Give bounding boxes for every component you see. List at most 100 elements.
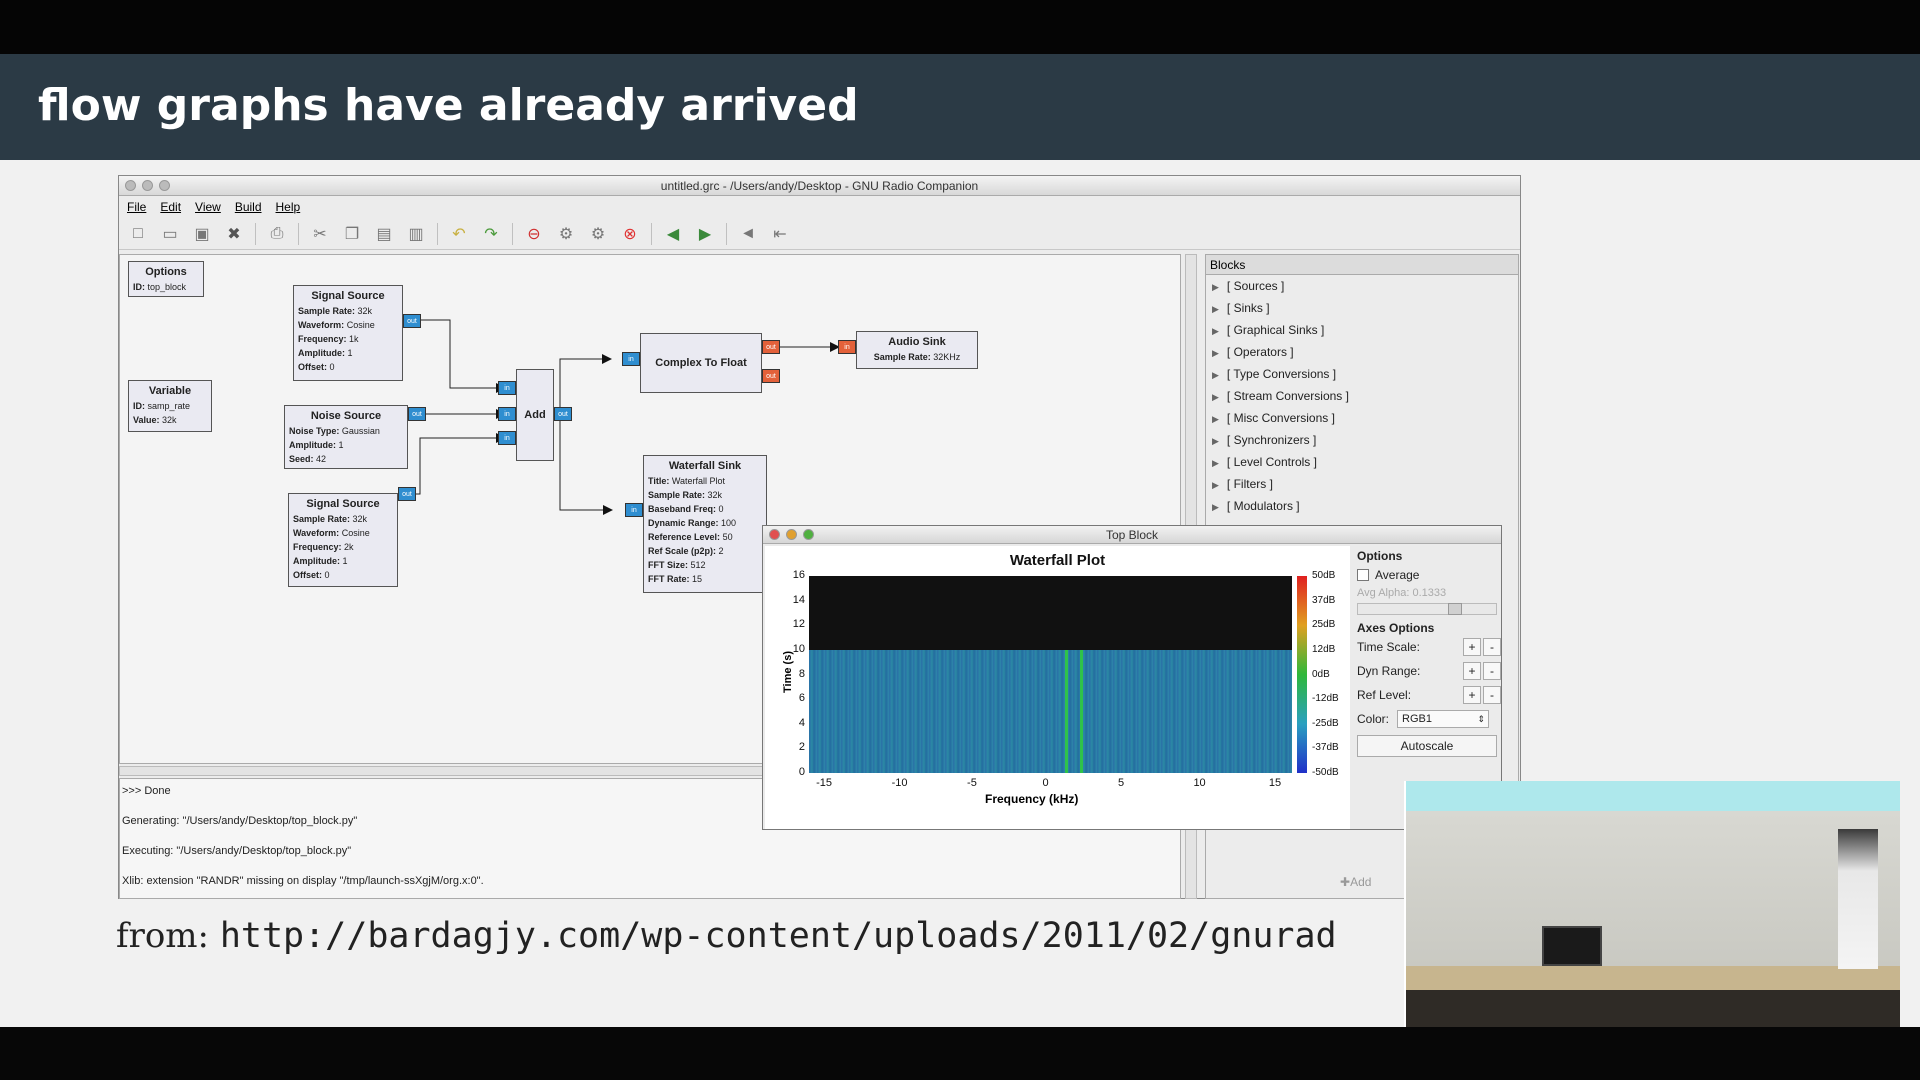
signal-source-block-2k[interactable]: Signal Source Sample Rate: 32k Waveform:… [288,493,398,587]
copy-icon[interactable]: ❐ [341,223,363,245]
expand-triangle-icon: ▶ [1212,392,1219,402]
close-window-button[interactable] [125,180,136,191]
param-value: 32k [707,490,723,500]
audio-sink-block[interactable]: Audio Sink Sample Rate: 32KHz [856,331,978,369]
time-scale-plus-button[interactable]: + [1463,638,1481,656]
expand-triangle-icon: ▶ [1212,458,1219,468]
blocks-category-level-controls[interactable]: ▶ [ Level Controls ] [1206,451,1518,473]
param-value: samp_rate [147,401,191,411]
colorbar-tick-label: 50dB [1312,570,1336,581]
y-tick-label: 12 [792,618,805,631]
blocks-category-sinks[interactable]: ▶ [ Sinks ] [1206,297,1518,319]
slide-title-band: flow graphs have already arrived [0,54,1920,160]
rotate-left-icon[interactable]: ◀ [662,223,684,245]
menu-edit[interactable]: Edit [160,197,181,217]
color-row: Color: RGB1 ⇕ [1353,707,1501,731]
block-title: Signal Source [311,290,385,302]
noise-source-block[interactable]: Noise Source Noise Type: Gaussian Amplit… [284,405,408,469]
output-port[interactable]: out [398,487,416,501]
avg-alpha-slider[interactable] [1357,603,1497,615]
average-checkbox[interactable] [1357,569,1369,581]
minimize-window-button[interactable] [142,180,153,191]
kill-icon[interactable]: ⊗ [619,223,641,245]
ref-level-label: Ref Level: [1357,688,1412,702]
output-port[interactable]: out [762,369,780,383]
blocks-category-operators[interactable]: ▶ [ Operators ] [1206,341,1518,363]
param-label: Baseband Freq: [648,504,717,514]
save-icon[interactable]: ▣ [191,223,213,245]
signal-source-block-1k[interactable]: Signal Source Sample Rate: 32k Waveform:… [293,285,403,381]
variable-block[interactable]: Variable ID: samp_rate Value: 32k [128,380,212,432]
input-port[interactable]: in [498,407,516,421]
options-block[interactable]: Options ID: top_block [128,261,204,297]
blocks-category-filters[interactable]: ▶ [ Filters ] [1206,473,1518,495]
autoscale-button[interactable]: Autoscale [1357,735,1497,757]
color-select[interactable]: RGB1 ⇕ [1397,710,1490,728]
block-title: Add [524,408,546,421]
category-label: [ Modulators ] [1226,499,1300,513]
ref-level-minus-button[interactable]: - [1483,686,1501,704]
blocks-category-modulators[interactable]: ▶ [ Modulators ] [1206,495,1518,517]
menu-file[interactable]: File [127,197,146,217]
menu-help[interactable]: Help [276,197,301,217]
param-value: Waterfall Plot [671,476,726,486]
input-port[interactable]: in [838,340,856,354]
ref-level-plus-button[interactable]: + [1463,686,1481,704]
blocks-category-sources[interactable]: ▶ [ Sources ] [1206,275,1518,297]
x-axis-label: Frequency (kHz) [985,792,1079,806]
print-icon[interactable]: ⎙ [266,223,288,245]
input-port[interactable]: in [498,381,516,395]
undo-icon[interactable]: ↶ [448,223,470,245]
blocks-category-synchronizers[interactable]: ▶ [ Synchronizers ] [1206,429,1518,451]
enable-icon[interactable]: ◄ [737,223,759,245]
open-icon[interactable]: ▭ [159,223,181,245]
close-icon[interactable]: ✖ [223,223,245,245]
add-block-button[interactable]: ✚Add [1340,875,1371,889]
zoom-window-button[interactable] [803,529,814,540]
blocks-category-graphical-sinks[interactable]: ▶ [ Graphical Sinks ] [1206,319,1518,341]
citation-url[interactable]: http://bardagjy.com/wp-content/uploads/2… [220,916,1337,956]
blocks-category-type-conversions[interactable]: ▶ [ Type Conversions ] [1206,363,1518,385]
blocks-category-misc-conversions[interactable]: ▶ [ Misc Conversions ] [1206,407,1518,429]
expand-triangle-icon: ▶ [1212,414,1219,424]
param-label: Waveform: [293,528,340,538]
input-port[interactable]: in [625,503,643,517]
output-port[interactable]: out [762,340,780,354]
output-port[interactable]: out [403,314,421,328]
expand-triangle-icon: ▶ [1212,502,1219,512]
generate-icon[interactable]: ⚙ [555,223,577,245]
slider-handle[interactable] [1448,603,1462,615]
cut-icon[interactable]: ✂ [309,223,331,245]
disable-icon[interactable]: ⊖ [523,223,545,245]
top-block-window: Top Block Waterfall Plot Time (s) 024681… [762,525,1502,830]
menu-view[interactable]: View [195,197,221,217]
paste-icon[interactable]: ▤ [373,223,395,245]
param-label: Reference Level: [648,532,721,542]
minimize-window-button[interactable] [786,529,797,540]
category-label: [ Sources ] [1226,279,1285,293]
input-port[interactable]: in [622,352,640,366]
window-title: untitled.grc - /Users/andy/Desktop - GNU… [660,179,979,193]
param-label: Value: [133,415,160,425]
time-scale-minus-button[interactable]: - [1483,638,1501,656]
execute-icon[interactable]: ⚙ [587,223,609,245]
output-port[interactable]: out [554,407,572,421]
redo-icon[interactable]: ↷ [480,223,502,245]
menu-build[interactable]: Build [235,197,262,217]
input-port[interactable]: in [498,431,516,445]
new-icon[interactable]: □ [127,223,149,245]
delete-icon[interactable]: ▥ [405,223,427,245]
close-window-button[interactable] [769,529,780,540]
bypass-icon[interactable]: ⇤ [769,223,791,245]
blocks-category-stream-conversions[interactable]: ▶ [ Stream Conversions ] [1206,385,1518,407]
dyn-range-plus-button[interactable]: + [1463,662,1481,680]
output-port[interactable]: out [408,407,426,421]
zoom-window-button[interactable] [159,180,170,191]
rotate-right-icon[interactable]: ▶ [694,223,716,245]
window-titlebar: untitled.grc - /Users/andy/Desktop - GNU… [119,176,1520,196]
dyn-range-minus-button[interactable]: - [1483,662,1501,680]
complex-to-float-block[interactable]: Complex To Float [640,333,762,393]
add-block[interactable]: Add [516,369,554,461]
waterfall-sink-block[interactable]: Waterfall Sink Title: Waterfall Plot Sam… [643,455,767,593]
waterfall-plot: Waterfall Plot Time (s) 0 2 4 6 8 10 12 14 16 -1… [765,546,1350,829]
